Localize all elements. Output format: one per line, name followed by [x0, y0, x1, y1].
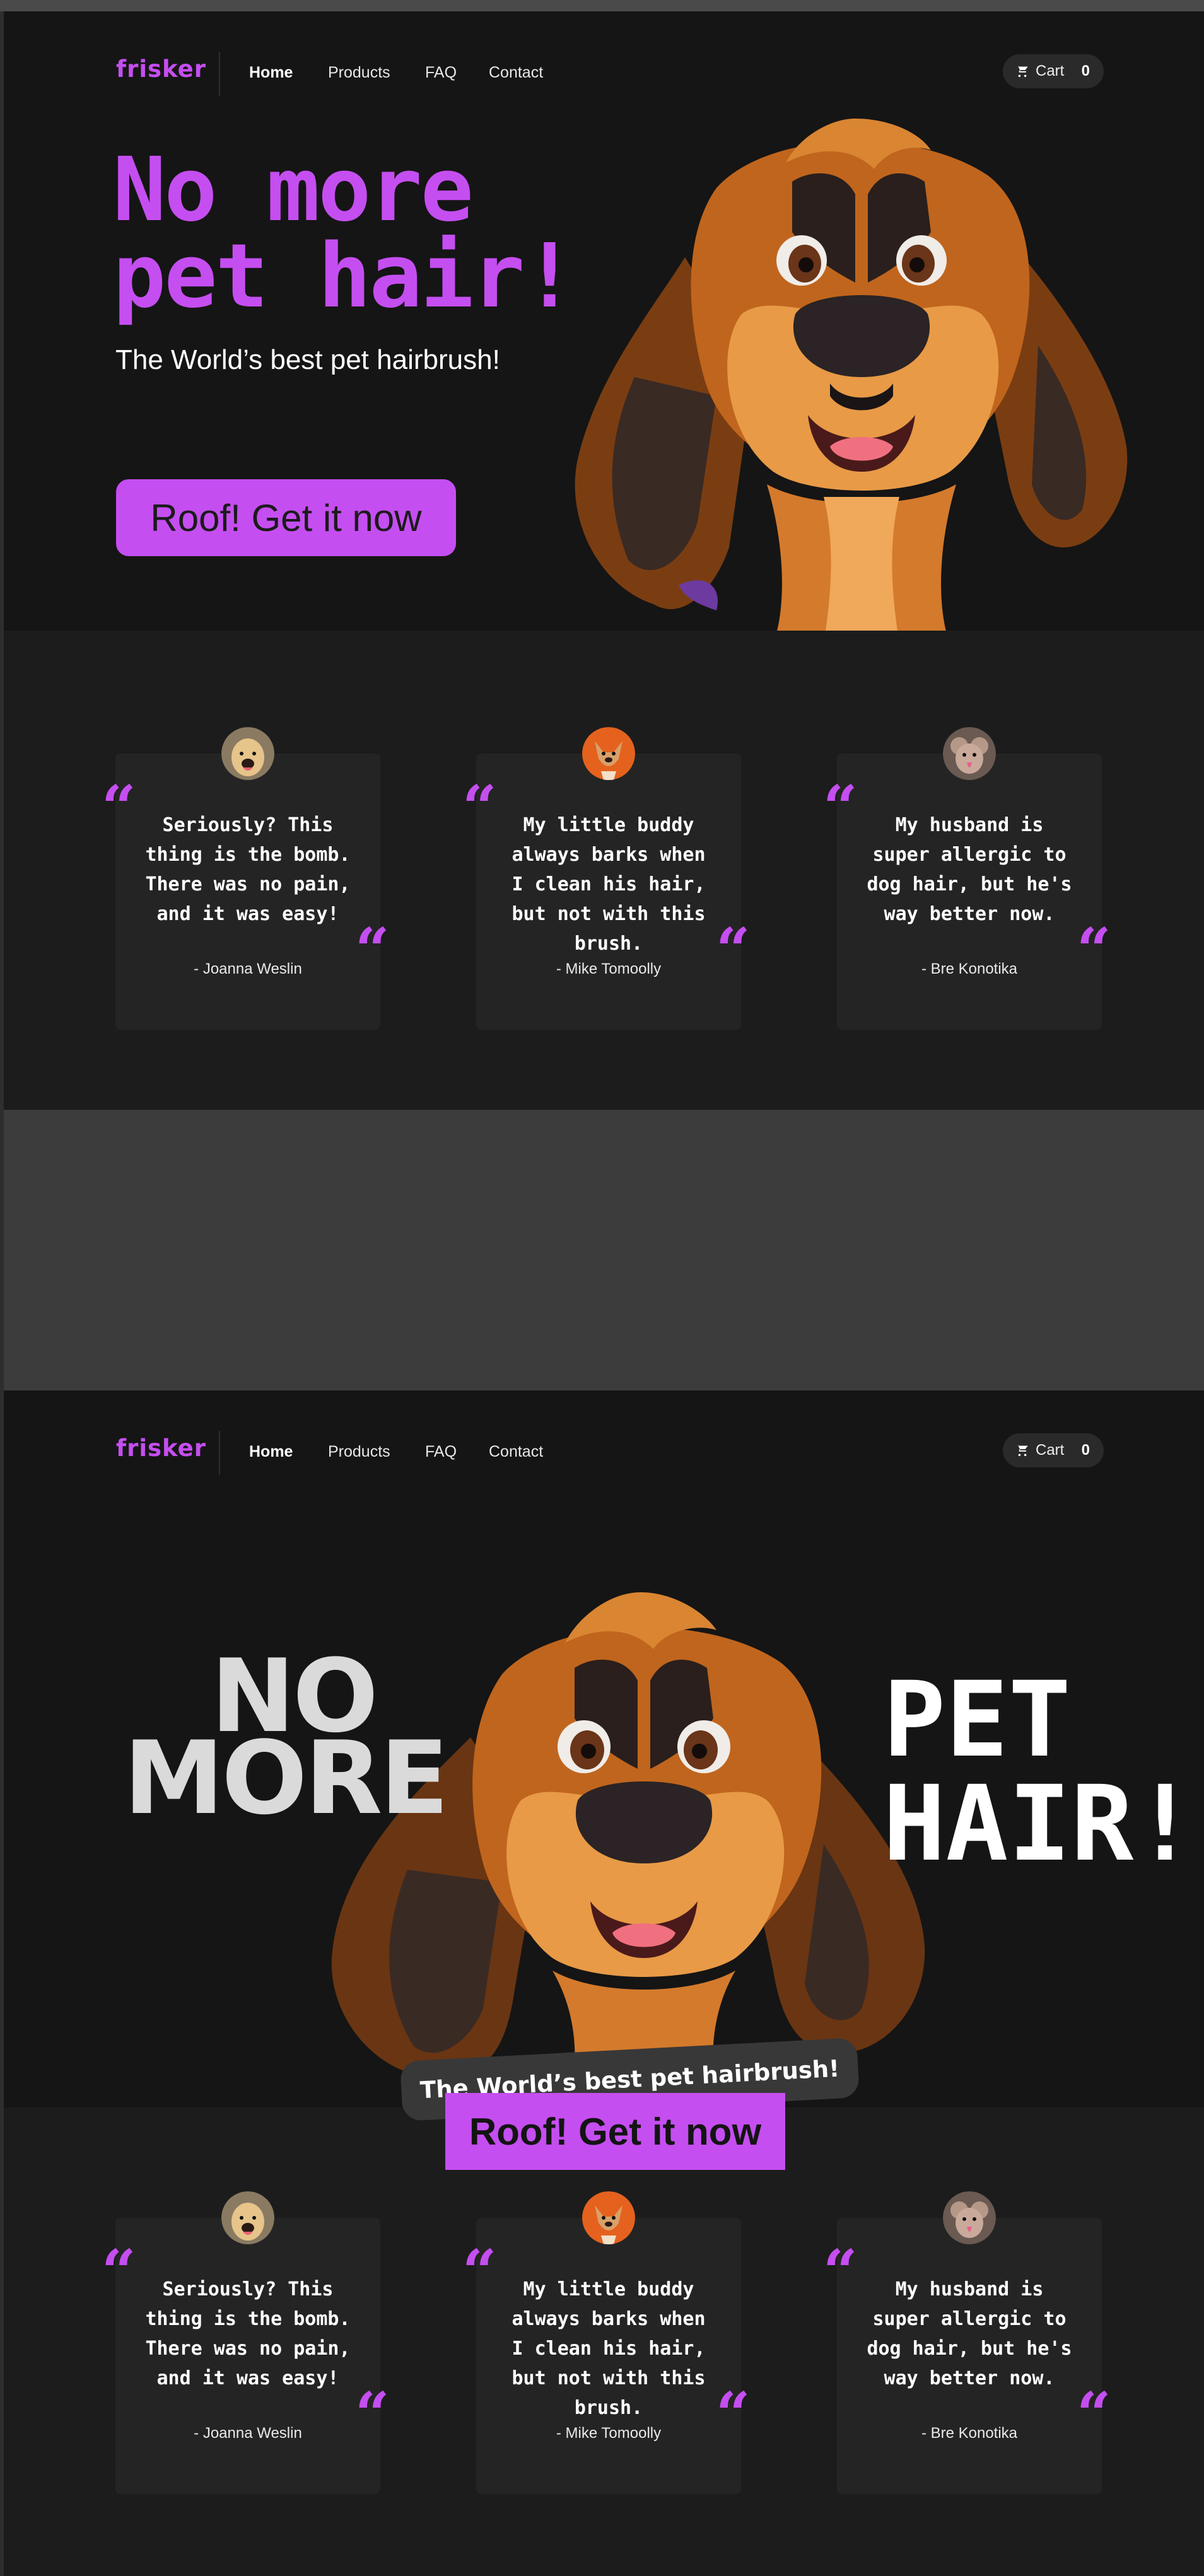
testimonial-card: “ My little buddy always barks when I cl… — [462, 2191, 751, 2494]
nav-link-contact[interactable]: Contact — [489, 1443, 543, 1461]
get-it-now-button[interactable]: Roof! Get it now — [445, 2093, 785, 2170]
testimonials-section: “ Seriously? This thing is the bomb. The… — [4, 631, 1204, 1110]
hero-title: No more pet hair! — [113, 146, 617, 321]
testimonial-author: - Joanna Weslin — [194, 960, 302, 977]
get-it-now-button[interactable]: Roof! Get it now — [116, 479, 456, 556]
testimonial-quote: My little buddy always barks when I clea… — [511, 814, 706, 955]
golden-retriever-avatar — [221, 727, 274, 780]
cart-button[interactable]: Cart 0 — [1003, 54, 1104, 88]
cart-button[interactable]: Cart 0 — [1003, 1433, 1104, 1467]
hero-right-line2: HAIR! — [883, 1763, 1196, 1884]
nav-link-home[interactable]: Home — [249, 1443, 293, 1461]
quote-open-icon: “ — [462, 772, 497, 842]
nav-link-faq[interactable]: FAQ — [425, 1443, 457, 1461]
quote-open-icon: “ — [102, 2237, 136, 2307]
cart-count: 0 — [1081, 62, 1090, 79]
nav-divider — [219, 52, 220, 96]
hero-left-text: NO MORE — [124, 1646, 449, 1837]
quote-open-icon: “ — [102, 772, 136, 842]
testimonial-quote: Seriously? This thing is the bomb. There… — [145, 2278, 351, 2389]
cart-count: 0 — [1081, 1442, 1090, 1459]
testimonial-card: “ My husband is super allergic to dog ha… — [823, 2191, 1111, 2494]
nav-link-faq[interactable]: FAQ — [425, 64, 457, 82]
testimonial-quote: My little buddy always barks when I clea… — [511, 2278, 706, 2419]
navbar: frisker Home Products FAQ Contact Cart 0 — [4, 1390, 1204, 1475]
nav-link-products[interactable]: Products — [328, 1443, 390, 1461]
logo[interactable]: frisker — [116, 55, 206, 83]
dog-illustration — [331, 1592, 925, 2097]
testimonial-author: - Mike Tomoolly — [556, 960, 662, 977]
desktop-layout-variant-1: frisker Home Products FAQ Contact Cart 0… — [4, 11, 1204, 1110]
desktop-layout-variant-2: frisker Home Products FAQ Contact Cart 0 — [4, 1390, 1204, 2576]
hero-left-line2: MORE — [124, 1719, 449, 1837]
nav-link-products[interactable]: Products — [328, 64, 390, 82]
dog-illustration — [575, 119, 1128, 643]
nav-link-contact[interactable]: Contact — [489, 64, 543, 82]
nav-link-home[interactable]: Home — [249, 64, 293, 82]
testimonial-author: - Mike Tomoolly — [556, 2425, 662, 2442]
logo[interactable]: frisker — [116, 1435, 206, 1462]
quote-open-icon: “ — [823, 2237, 858, 2307]
hero-right-text: PET HAIR! — [883, 1659, 1196, 1884]
hero-right-line1: PET — [883, 1659, 1072, 1780]
cart-icon — [1015, 1444, 1028, 1457]
testimonial-card: “ My husband is super allergic to dog ha… — [823, 727, 1111, 1030]
quote-open-icon: “ — [823, 772, 858, 842]
chihuahua-avatar — [582, 727, 635, 780]
testimonial-card: “ Seriously? This thing is the bomb. The… — [102, 2191, 390, 2494]
hero-subtitle: The World’s best pet hairbrush! — [115, 344, 500, 375]
layout-separator — [4, 1110, 1204, 1390]
hero-title-line2: pet hair! — [113, 225, 576, 328]
quote-open-icon: “ — [462, 2237, 497, 2307]
testimonial-quote: My husband is super allergic to dog hair… — [867, 814, 1072, 925]
testimonials-section: “ Seriously? This thing is the bomb. The… — [4, 2107, 1204, 2576]
poodle-avatar — [943, 727, 996, 780]
poodle-avatar — [943, 2191, 996, 2244]
cart-label: Cart — [1036, 62, 1065, 79]
browser-top-strip — [0, 0, 1204, 11]
chihuahua-avatar — [582, 2191, 635, 2244]
cart-label: Cart — [1036, 1442, 1065, 1459]
navbar: frisker Home Products FAQ Contact Cart 0 — [4, 11, 1204, 96]
testimonial-quote: Seriously? This thing is the bomb. There… — [145, 814, 351, 925]
testimonial-author: - Bre Konotika — [921, 2425, 1018, 2442]
testimonial-card: “ My little buddy always barks when I cl… — [462, 727, 751, 1030]
cart-icon — [1015, 65, 1028, 78]
testimonial-quote: My husband is super allergic to dog hair… — [867, 2278, 1072, 2389]
golden-retriever-avatar — [221, 2191, 274, 2244]
testimonial-author: - Joanna Weslin — [194, 2425, 302, 2442]
testimonial-author: - Bre Konotika — [921, 960, 1018, 977]
nav-divider — [219, 1431, 220, 1475]
testimonial-card: “ Seriously? This thing is the bomb. The… — [102, 727, 390, 1030]
